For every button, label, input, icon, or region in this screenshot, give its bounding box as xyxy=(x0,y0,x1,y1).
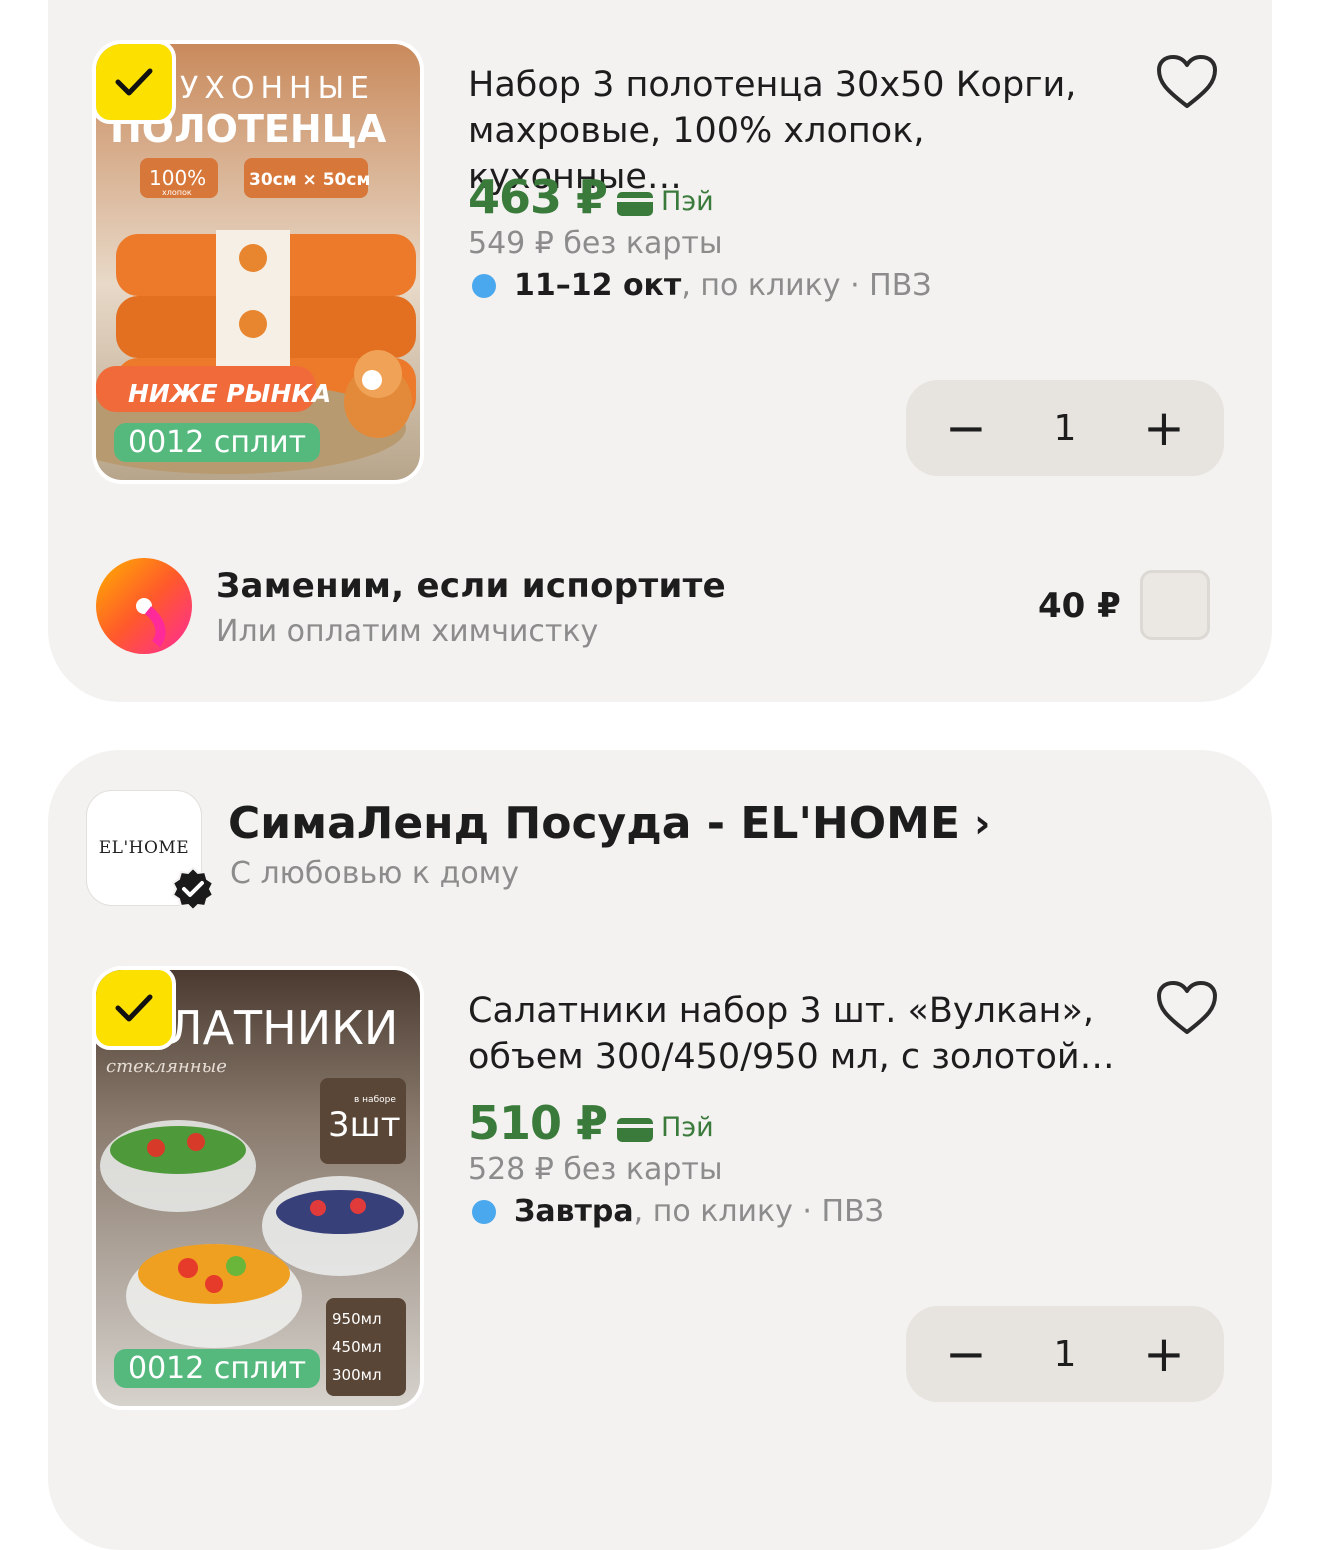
card-icon xyxy=(617,192,654,216)
quantity-stepper: − 1 + xyxy=(906,380,1224,476)
image-volume-3: 300мл xyxy=(332,1366,382,1384)
delivery-method: , по клику · ПВЗ xyxy=(681,268,932,303)
shop-tagline: С любовью к дому xyxy=(230,856,520,891)
checkmark-icon xyxy=(115,68,153,96)
delivery-method: , по клику · ПВЗ xyxy=(633,1194,884,1229)
protection-price: 40 ₽ xyxy=(1038,586,1121,626)
select-checkbox[interactable] xyxy=(96,44,176,124)
image-promo: НИЖЕ РЫНКА xyxy=(128,379,331,408)
shop-logo-text: EL'HOME xyxy=(98,838,190,858)
favorite-heart-icon[interactable] xyxy=(1154,978,1220,1038)
delivery-dot-icon xyxy=(472,1199,496,1224)
checkmark-icon xyxy=(115,994,153,1022)
pay-label: Пэй xyxy=(617,1112,714,1143)
image-badge-count-sub: в наборе xyxy=(354,1095,396,1105)
split-badge: 0012 сплит xyxy=(114,1349,321,1388)
image-text-line1: УХОННЫЕ xyxy=(180,71,375,106)
image-text-line1: ЛАТНИКИ xyxy=(168,1001,398,1055)
pay-text: Пэй xyxy=(661,185,714,217)
protection-title: Заменим, если испортите xyxy=(216,566,726,606)
favorite-heart-icon[interactable] xyxy=(1154,52,1220,112)
protection-logo-icon xyxy=(96,558,192,654)
image-badge-size: 30см × 50см xyxy=(249,170,370,190)
image-badge-cotton-sub: хлопок xyxy=(162,188,192,197)
increase-button[interactable]: + xyxy=(1104,380,1224,476)
increase-button[interactable]: + xyxy=(1104,1306,1224,1402)
product-title[interactable]: Салатники набор 3 шт. «Вулкан», объем 30… xyxy=(468,988,1148,1080)
price-row: 463 ₽ Пэй xyxy=(468,170,714,224)
price-without-card: 528 ₽ без карты xyxy=(468,1152,723,1187)
image-badge-cotton: 100% xyxy=(149,166,206,190)
delivery-dot-icon xyxy=(472,273,496,298)
verified-badge-icon xyxy=(171,866,215,912)
chevron-right-icon: › xyxy=(974,800,991,847)
quantity-stepper: − 1 + xyxy=(906,1306,1224,1402)
quantity-value: 1 xyxy=(1053,407,1077,449)
quantity-value: 1 xyxy=(1053,1333,1077,1375)
image-volume-1: 950мл xyxy=(332,1310,382,1328)
product-image[interactable]: УХОННЫЕ ПОЛОТЕНЦА 100% хлопок 30см × 50с… xyxy=(92,40,424,484)
card-icon xyxy=(617,1118,654,1142)
shop-name: СимаЛенд Посуда - EL'HOME xyxy=(228,798,960,849)
protection-subtitle: Или оплатим химчистку xyxy=(216,614,599,649)
pay-text: Пэй xyxy=(661,1111,714,1143)
split-badge: 0012 сплит xyxy=(114,423,321,462)
card-price: 510 ₽ xyxy=(468,1096,608,1150)
delivery-info: Завтра, по клику · ПВЗ xyxy=(472,1194,884,1229)
image-volume-2: 450мл xyxy=(332,1338,382,1356)
card-price: 463 ₽ xyxy=(468,170,608,224)
price-row: 510 ₽ Пэй xyxy=(468,1096,714,1150)
delivery-date: Завтра xyxy=(514,1194,634,1229)
price-without-card: 549 ₽ без карты xyxy=(468,226,723,261)
product-image[interactable]: ЛАТНИКИ стеклянные 3шт в наборе 950мл 45… xyxy=(92,966,424,1410)
delivery-date: 11–12 окт xyxy=(514,268,682,303)
decrease-button[interactable]: − xyxy=(906,380,1026,476)
decrease-button[interactable]: − xyxy=(906,1306,1026,1402)
delivery-info: 11–12 окт, по клику · ПВЗ xyxy=(472,268,932,303)
image-badge-count: 3шт xyxy=(328,1105,401,1145)
shop-name-link[interactable]: СимаЛенд Посуда - EL'HOME › xyxy=(228,798,990,849)
protection-checkbox[interactable] xyxy=(1140,570,1210,640)
image-text-line2: стеклянные xyxy=(106,1056,227,1077)
select-checkbox[interactable] xyxy=(96,970,176,1050)
pay-label: Пэй xyxy=(617,186,714,217)
